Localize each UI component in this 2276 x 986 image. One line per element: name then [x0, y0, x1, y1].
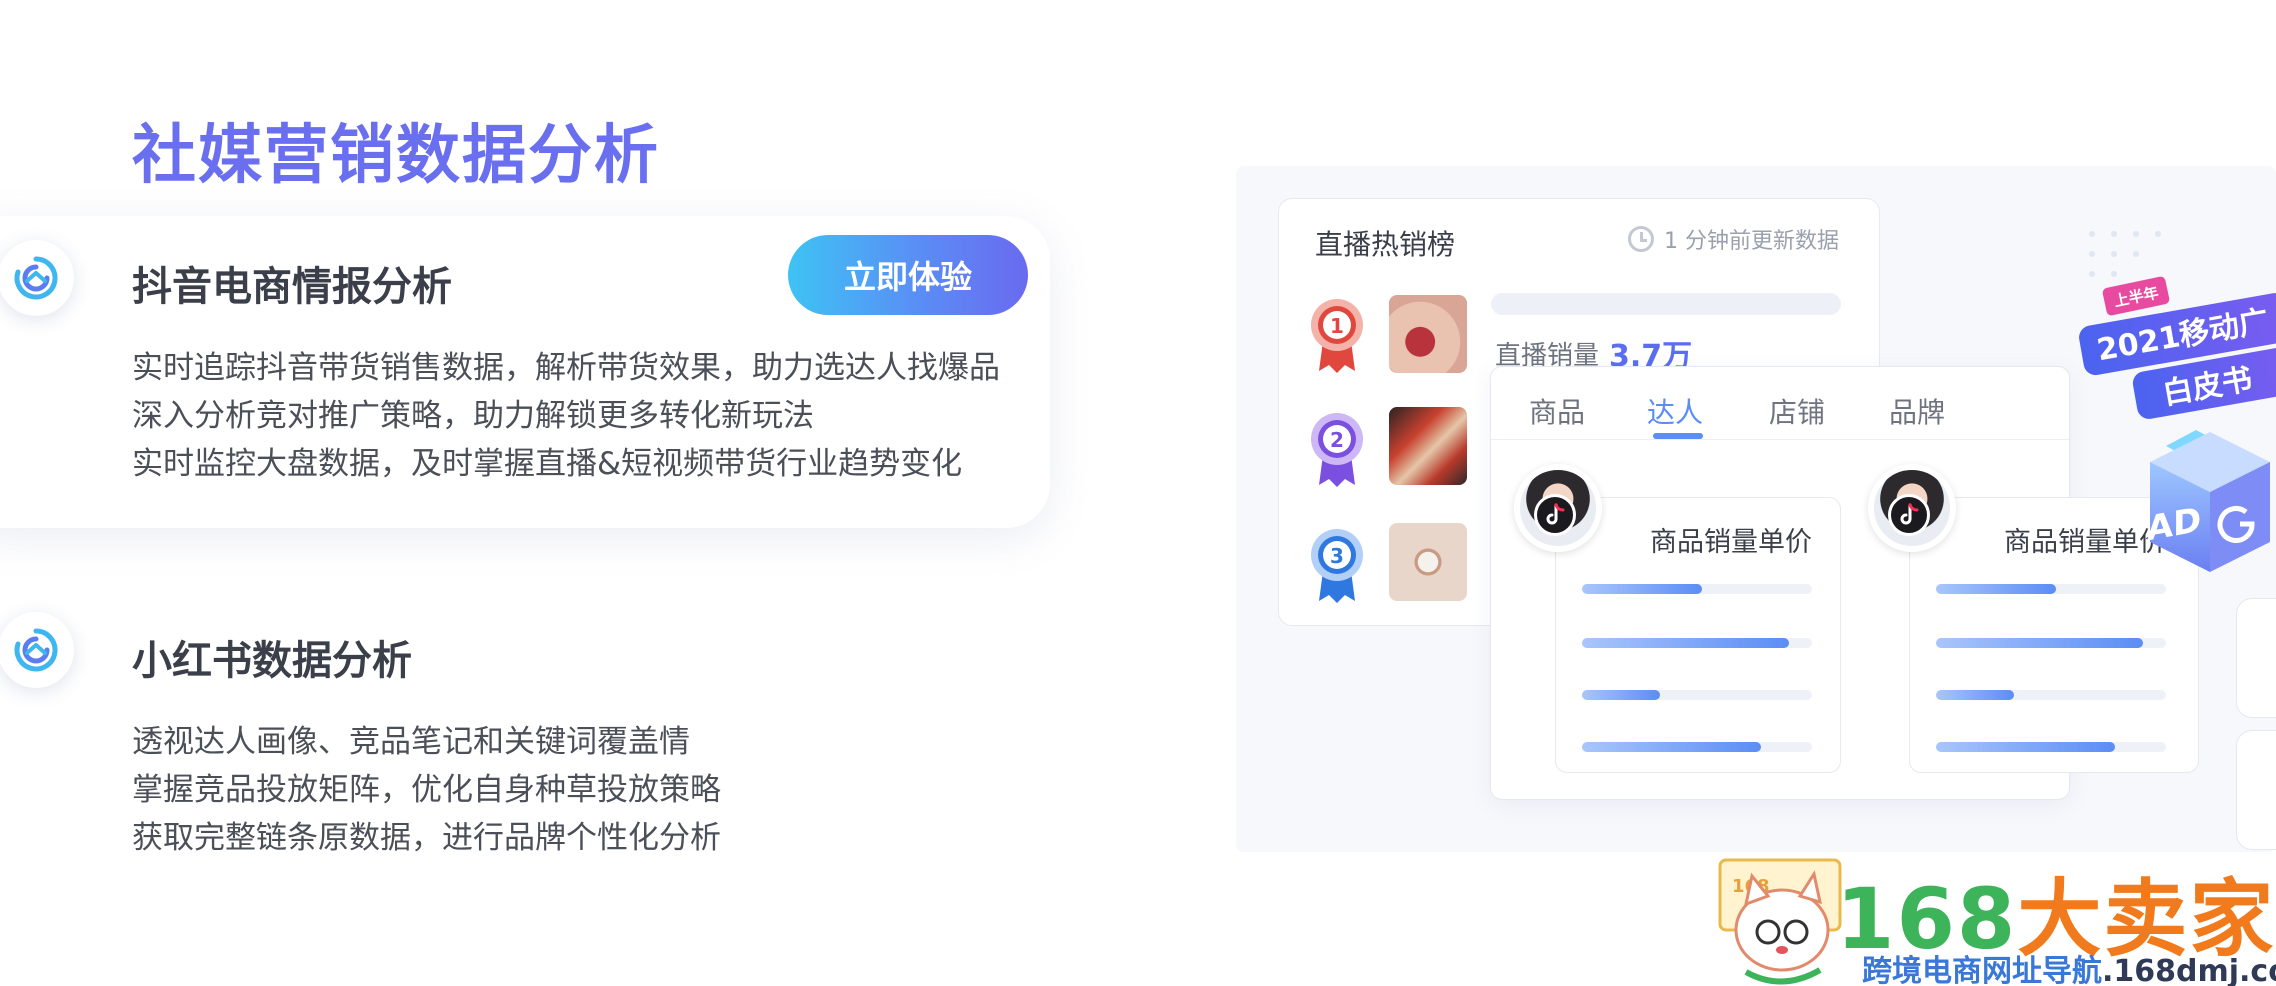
feature-desc-line: 深入分析竞对推广策略，助力解锁更多转化新玩法 [132, 398, 814, 434]
product-thumbnail-snack [1389, 407, 1467, 485]
medal-rank-3: 3 [1330, 544, 1344, 568]
metric-bar-fill [1582, 690, 1661, 700]
watermark-subtitle: 跨境电商网址导航.168dmj.com [1862, 946, 2276, 986]
feature-desc-line: 获取完整链条原数据，进行品牌个性化分析 [132, 820, 721, 856]
metric-bar [1582, 690, 1812, 700]
tab-talent[interactable]: 达人 [1647, 391, 1703, 431]
watermark-subtitle-text: 跨境电商网址导航 [1862, 954, 2102, 986]
metric-bar-fill [1582, 638, 1789, 648]
medal-rank-1: 1 [1330, 314, 1344, 338]
metric-bar-fill [1582, 742, 1762, 752]
feature-title-douyin: 抖音电商情报分析 [132, 264, 452, 310]
watermark-168dmj: 168 168大卖家 跨境电商网址导航.168dmj.com [1716, 852, 2276, 986]
feature-logo-icon [0, 240, 74, 316]
mascot-cat-logo: 168 [1718, 858, 1842, 985]
tab-goods[interactable]: 商品 [1529, 391, 1585, 431]
silver-medal-icon: 2 [1311, 413, 1363, 487]
metric-bar [1582, 638, 1812, 648]
whitepaper-promo-banner[interactable]: 上半年 2021移动广 白皮书 AD [2070, 200, 2276, 580]
side-float-button[interactable] [2236, 598, 2276, 718]
metric-bar [1582, 584, 1812, 594]
update-text: 1 分钟前更新数据 [1664, 229, 1839, 254]
feature-desc-line: 实时追踪抖音带货销售数据，解析带货效果，助力选达人找爆品 [132, 350, 1000, 386]
side-float-button[interactable] [2236, 730, 2276, 850]
metric-bar-fill [1936, 584, 2056, 594]
product-thumbnail-watch [1389, 523, 1467, 601]
feature-logo-icon [0, 612, 74, 688]
feature-desc-line: 透视达人画像、竞品笔记和关键词覆盖情 [132, 724, 690, 760]
page-title: 社媒营销数据分析 [132, 119, 660, 193]
product-thumbnail-lipstick [1389, 295, 1467, 373]
clock-icon [1628, 226, 1654, 252]
bronze-medal-icon: 3 [1311, 529, 1363, 603]
metric-bar-fill [1936, 742, 2116, 752]
metric-bar [1936, 638, 2166, 648]
live-ranking-title: 直播热销榜 [1315, 228, 1456, 261]
metric-bar-fill [1582, 584, 1702, 594]
ranking-tabs-panel: 商品 达人 店铺 品牌 商品销量单价 商品销量单价 [1490, 366, 2199, 800]
try-now-button[interactable]: 立即体验 [788, 235, 1028, 315]
tiktok-icon [1534, 494, 1576, 536]
feature-title-xiaohongshu[interactable]: 小红书数据分析 [132, 628, 412, 686]
metric-bar [1936, 690, 2166, 700]
update-status: 1 分钟前更新数据 [1628, 223, 1839, 255]
metric-bar-fill [1936, 638, 2143, 648]
skeleton-placeholder [1491, 293, 1841, 315]
tiktok-icon [1888, 494, 1930, 536]
avatar [1514, 464, 1602, 552]
avatar [1868, 464, 1956, 552]
feature-desc-line: 实时监控大盘数据，及时掌握直播&短视频带货行业趋势变化 [132, 446, 963, 482]
tab-divider [1491, 439, 2069, 440]
talent-metric-label: 商品销量单价 [1650, 527, 1812, 558]
metric-bar [1936, 742, 2166, 752]
metric-bar [1582, 742, 1812, 752]
metric-bar-fill [1936, 690, 2015, 700]
medal-rank-2: 2 [1330, 428, 1344, 452]
tab-brand[interactable]: 品牌 [1889, 391, 1945, 431]
metric-bar [1936, 584, 2166, 594]
gold-medal-icon: 1 [1311, 299, 1363, 373]
tab-store[interactable]: 店铺 [1769, 391, 1825, 431]
watermark-domain: .168dmj.com [2102, 954, 2276, 986]
feature-desc-line: 掌握竞品投放矩阵，优化自身种草投放策略 [132, 772, 721, 808]
talent-card[interactable]: 商品销量单价 [1514, 464, 1841, 773]
